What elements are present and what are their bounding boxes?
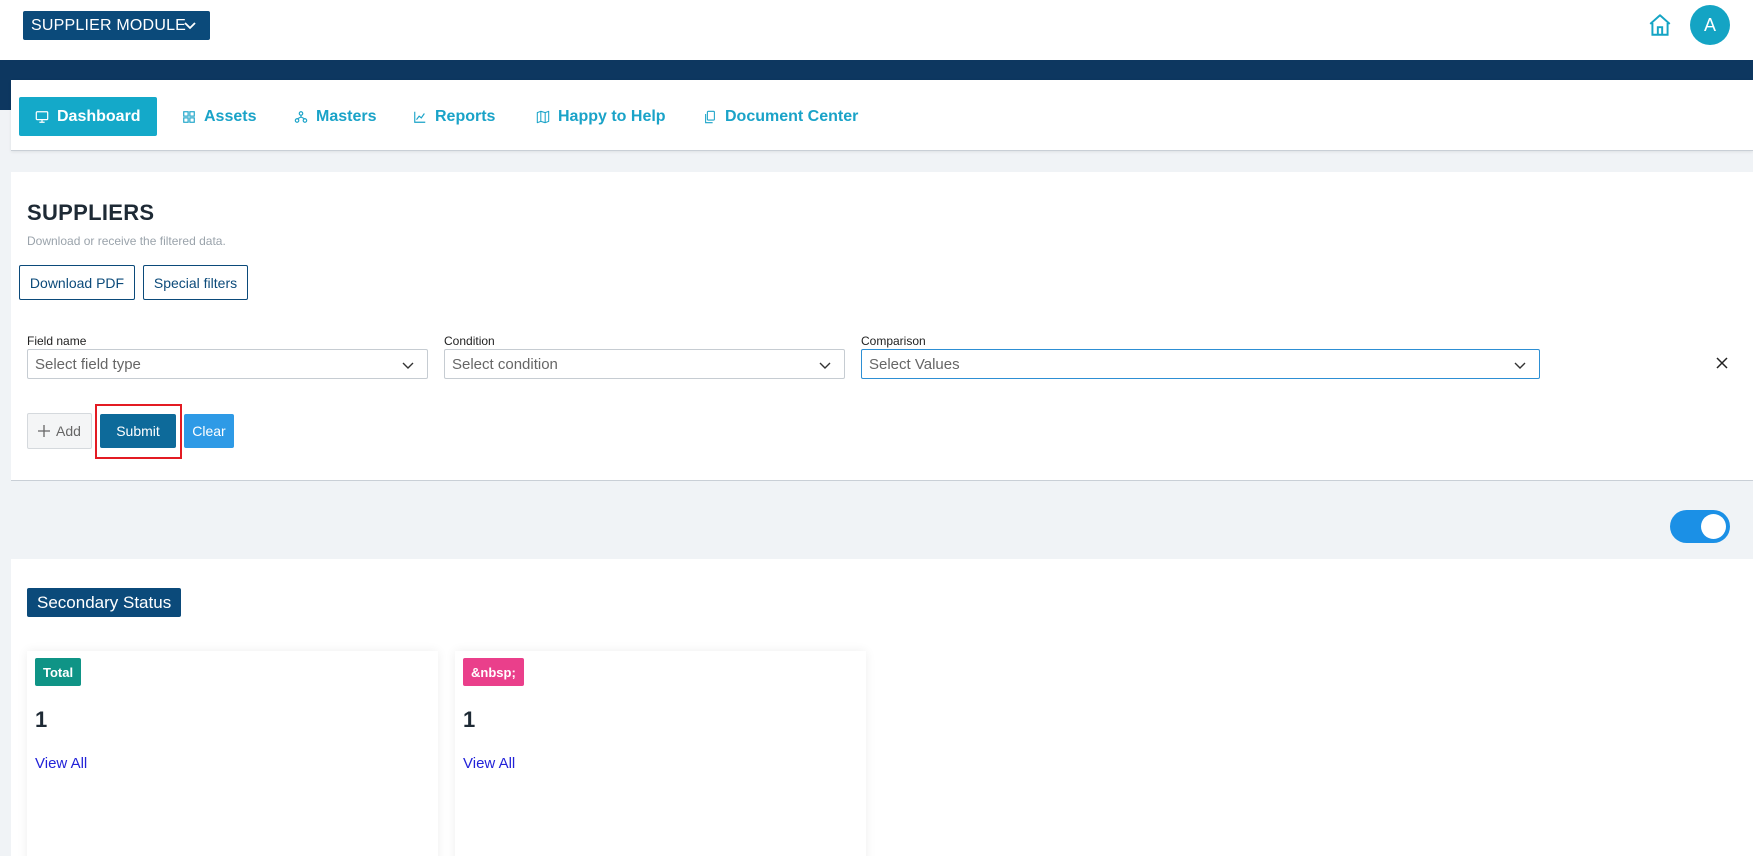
- nav-item-label: Document Center: [725, 107, 859, 125]
- clear-button[interactable]: Clear: [184, 414, 234, 448]
- special-filters-button[interactable]: Special filters: [143, 265, 248, 300]
- top-bar: SUPPLIER MODULE A: [0, 0, 1753, 60]
- page-subtitle: Download or receive the filtered data.: [27, 234, 226, 248]
- view-all-link[interactable]: View All: [463, 755, 515, 772]
- monitor-icon: [35, 110, 49, 123]
- avatar[interactable]: A: [1690, 5, 1730, 45]
- chevron-down-icon: [819, 362, 831, 369]
- nav-item-label: Reports: [435, 107, 496, 125]
- field-name-select[interactable]: Select field type: [27, 349, 428, 379]
- stat-tag: Total: [35, 658, 82, 686]
- chart-line-icon: [414, 111, 426, 123]
- module-selector[interactable]: SUPPLIER MODULE: [23, 11, 210, 40]
- nav-item-dashboard[interactable]: Dashboard: [19, 97, 157, 136]
- nav-item-label: Happy to Help: [558, 107, 666, 125]
- plus-icon: [38, 425, 51, 437]
- chevron-down-icon: [1514, 362, 1526, 369]
- close-icon: [1716, 357, 1728, 369]
- comparison-select[interactable]: Select Values: [861, 349, 1540, 379]
- comparison-placeholder: Select Values: [869, 355, 960, 373]
- nav-item-reports[interactable]: Reports: [413, 97, 495, 136]
- page-title: SUPPLIERS: [27, 200, 155, 225]
- view-all-link[interactable]: View All: [35, 755, 87, 772]
- nav-item-label: Assets: [204, 107, 257, 125]
- condition-label: Condition: [444, 334, 495, 348]
- home-icon[interactable]: [1645, 10, 1675, 40]
- module-selector-label: SUPPLIER MODULE: [31, 16, 187, 34]
- section-badge: Secondary Status: [27, 588, 182, 617]
- stat-card-total: Total 1 View All: [27, 651, 438, 856]
- nav-item-label: Dashboard: [57, 107, 141, 125]
- sitemap-icon: [294, 110, 308, 123]
- stat-value: 1: [463, 707, 476, 732]
- stat-value: 1: [35, 707, 48, 732]
- condition-select[interactable]: Select condition: [444, 349, 845, 379]
- nav-item-document-center[interactable]: Document Center: [703, 97, 858, 136]
- condition-placeholder: Select condition: [452, 355, 558, 373]
- nav-item-assets[interactable]: Assets: [182, 97, 256, 136]
- chevron-down-icon: [184, 22, 196, 30]
- remove-filter-button[interactable]: [1707, 348, 1737, 378]
- stat-card-unnamed: &nbsp; 1 View All: [455, 651, 866, 856]
- filter-panel: SUPPLIERS Download or receive the filter…: [11, 172, 1753, 481]
- avatar-initial: A: [1703, 14, 1716, 35]
- nav-item-masters[interactable]: Masters: [294, 97, 376, 136]
- documents-icon: [705, 110, 715, 123]
- main-nav: Dashboard Assets Masters Reports Happy t…: [11, 80, 1753, 151]
- add-filter-label: Add: [56, 423, 81, 439]
- add-filter-button[interactable]: Add: [27, 413, 92, 449]
- chevron-down-icon: [402, 362, 414, 369]
- nav-item-label: Masters: [316, 107, 377, 125]
- secondary-status-panel: Secondary Status Total 1 View All &nbsp;…: [11, 559, 1753, 856]
- field-name-placeholder: Select field type: [35, 355, 141, 373]
- nav-item-happy-to-help[interactable]: Happy to Help: [536, 97, 666, 136]
- toggle-knob: [1701, 514, 1726, 539]
- comparison-label: Comparison: [861, 334, 926, 348]
- grid-icon: [183, 110, 195, 123]
- submit-button[interactable]: Submit: [100, 414, 176, 448]
- field-name-label: Field name: [27, 334, 87, 348]
- view-toggle[interactable]: [1670, 510, 1730, 543]
- download-pdf-button[interactable]: Download PDF: [19, 265, 135, 300]
- map-icon: [536, 110, 550, 123]
- stat-tag: &nbsp;: [463, 658, 524, 686]
